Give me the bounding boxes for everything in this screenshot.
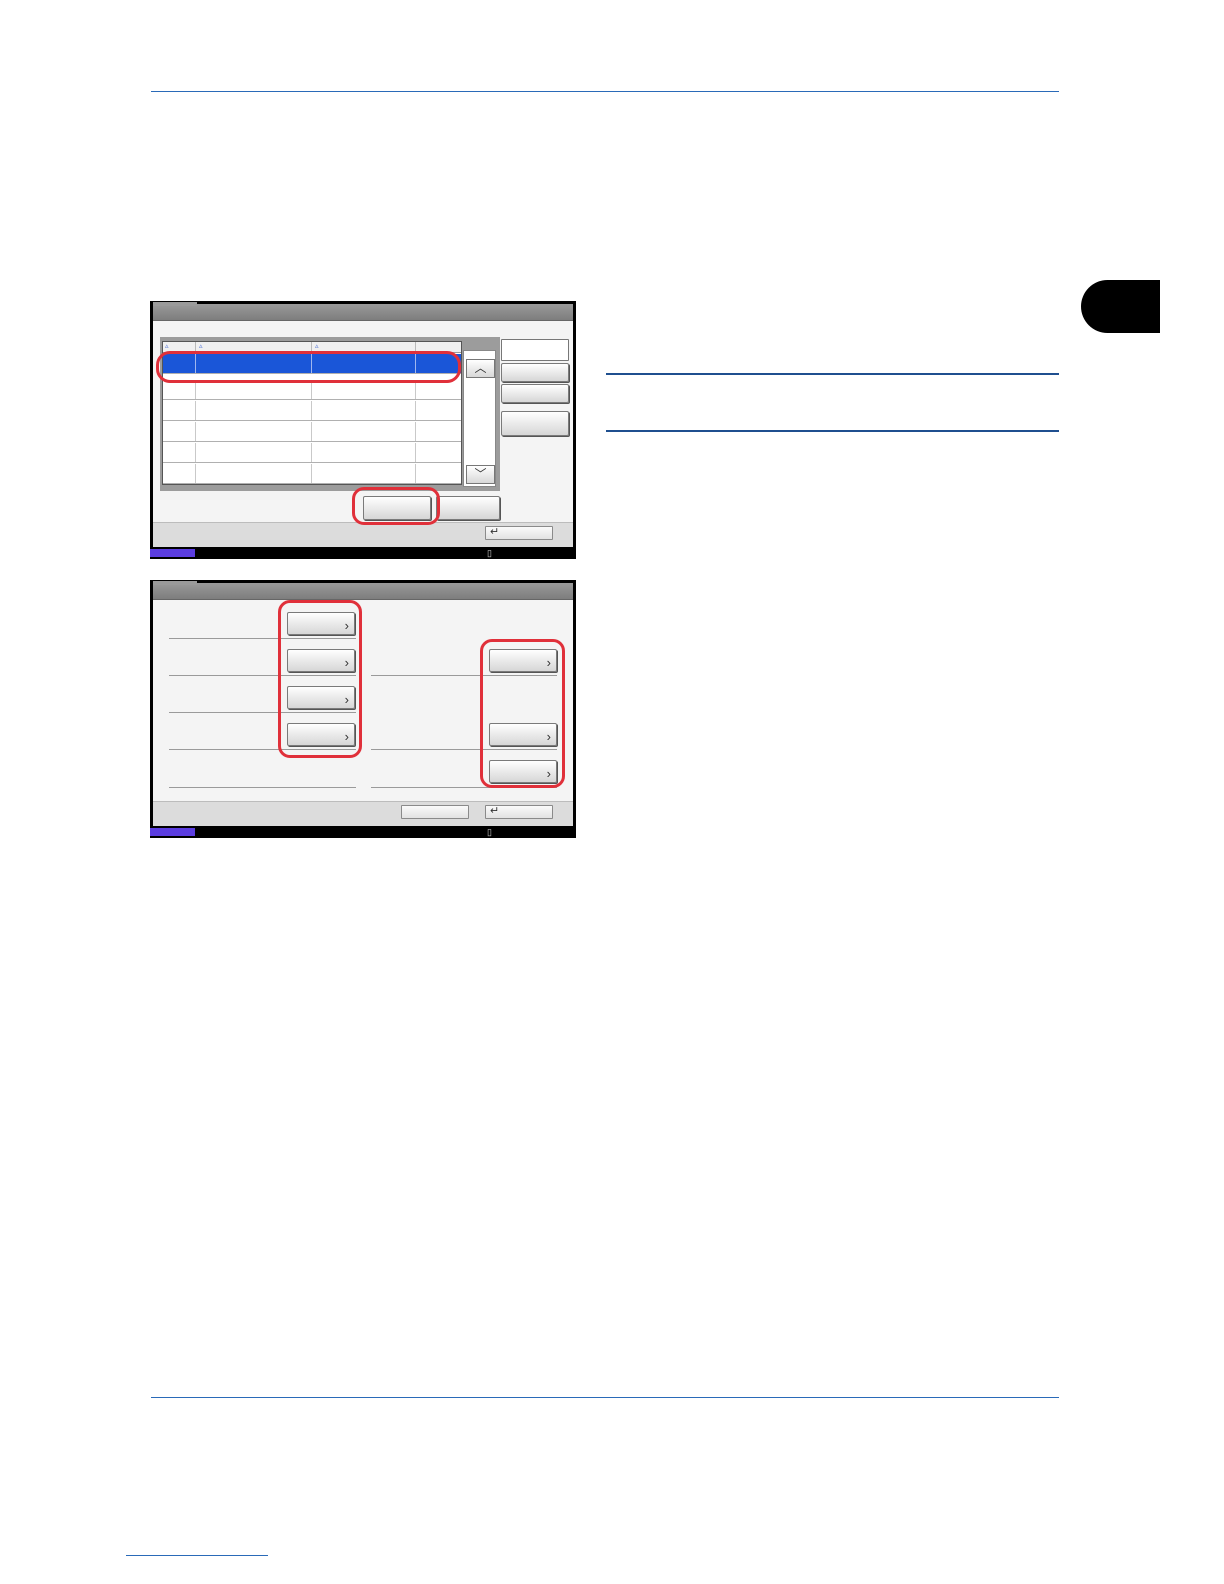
status-bar: ▯ [150,826,576,838]
column-divider [195,443,196,462]
screen-title-tab [153,581,197,585]
column-divider [311,401,312,420]
sort-icon[interactable]: ▵ [165,343,169,351]
chevron-up-icon: ︿ [474,361,487,375]
status-indicator [150,549,195,557]
list-row[interactable] [163,401,461,421]
status-icon: ▯ [487,827,492,837]
column-divider [415,464,416,483]
note-rule-top [606,373,1059,375]
side-button-3[interactable] [501,411,569,436]
column-divider [311,464,312,483]
column-divider [311,422,312,441]
highlight-detail-button [352,487,440,525]
column-divider [415,401,416,420]
footer-link-underline [126,1555,268,1556]
close-button[interactable]: ↵ [485,526,553,540]
bottom-bar: ↵ [153,801,573,826]
list-row[interactable] [163,422,461,442]
list-row[interactable] [163,380,461,400]
display-field [501,339,569,361]
cancel-button[interactable] [401,805,469,819]
column-divider [195,422,196,441]
column-divider [195,401,196,420]
status-indicator [150,828,195,836]
note-rule-bottom [606,430,1059,432]
enter-icon: ↵ [490,805,500,817]
bottom-bar: ↵ [153,522,573,547]
column-divider [415,443,416,462]
scroll-down-button[interactable]: ﹀ [466,465,495,484]
scroll-up-button[interactable]: ︿ [466,359,495,378]
side-button-1[interactable] [501,363,569,382]
highlight-right-buttons [480,639,565,788]
header-rule [151,91,1059,92]
row-divider [169,787,356,788]
enter-icon: ↵ [490,526,500,538]
chapter-tab [1081,280,1160,333]
footer-rule [151,1397,1059,1398]
status-icon: ▯ [487,548,492,558]
sort-icon[interactable]: ▵ [199,343,203,351]
screen-title-bar [153,581,573,600]
list-row[interactable] [163,464,461,484]
screen-title-bar [153,302,573,321]
close-button[interactable]: ↵ [485,805,553,819]
secondary-action-button[interactable] [436,496,500,520]
status-bar: ▯ [150,547,576,559]
sort-icon[interactable]: ▵ [315,343,319,351]
screen-title-tab [153,302,197,306]
column-divider [415,422,416,441]
scroll-bar[interactable]: ︿ ﹀ [463,350,496,487]
column-divider [195,464,196,483]
chevron-down-icon: ﹀ [474,467,487,481]
list-row[interactable] [163,443,461,463]
highlight-selected-row [156,351,461,383]
column-divider [311,443,312,462]
highlight-left-buttons [278,600,362,758]
side-button-2[interactable] [501,384,569,403]
